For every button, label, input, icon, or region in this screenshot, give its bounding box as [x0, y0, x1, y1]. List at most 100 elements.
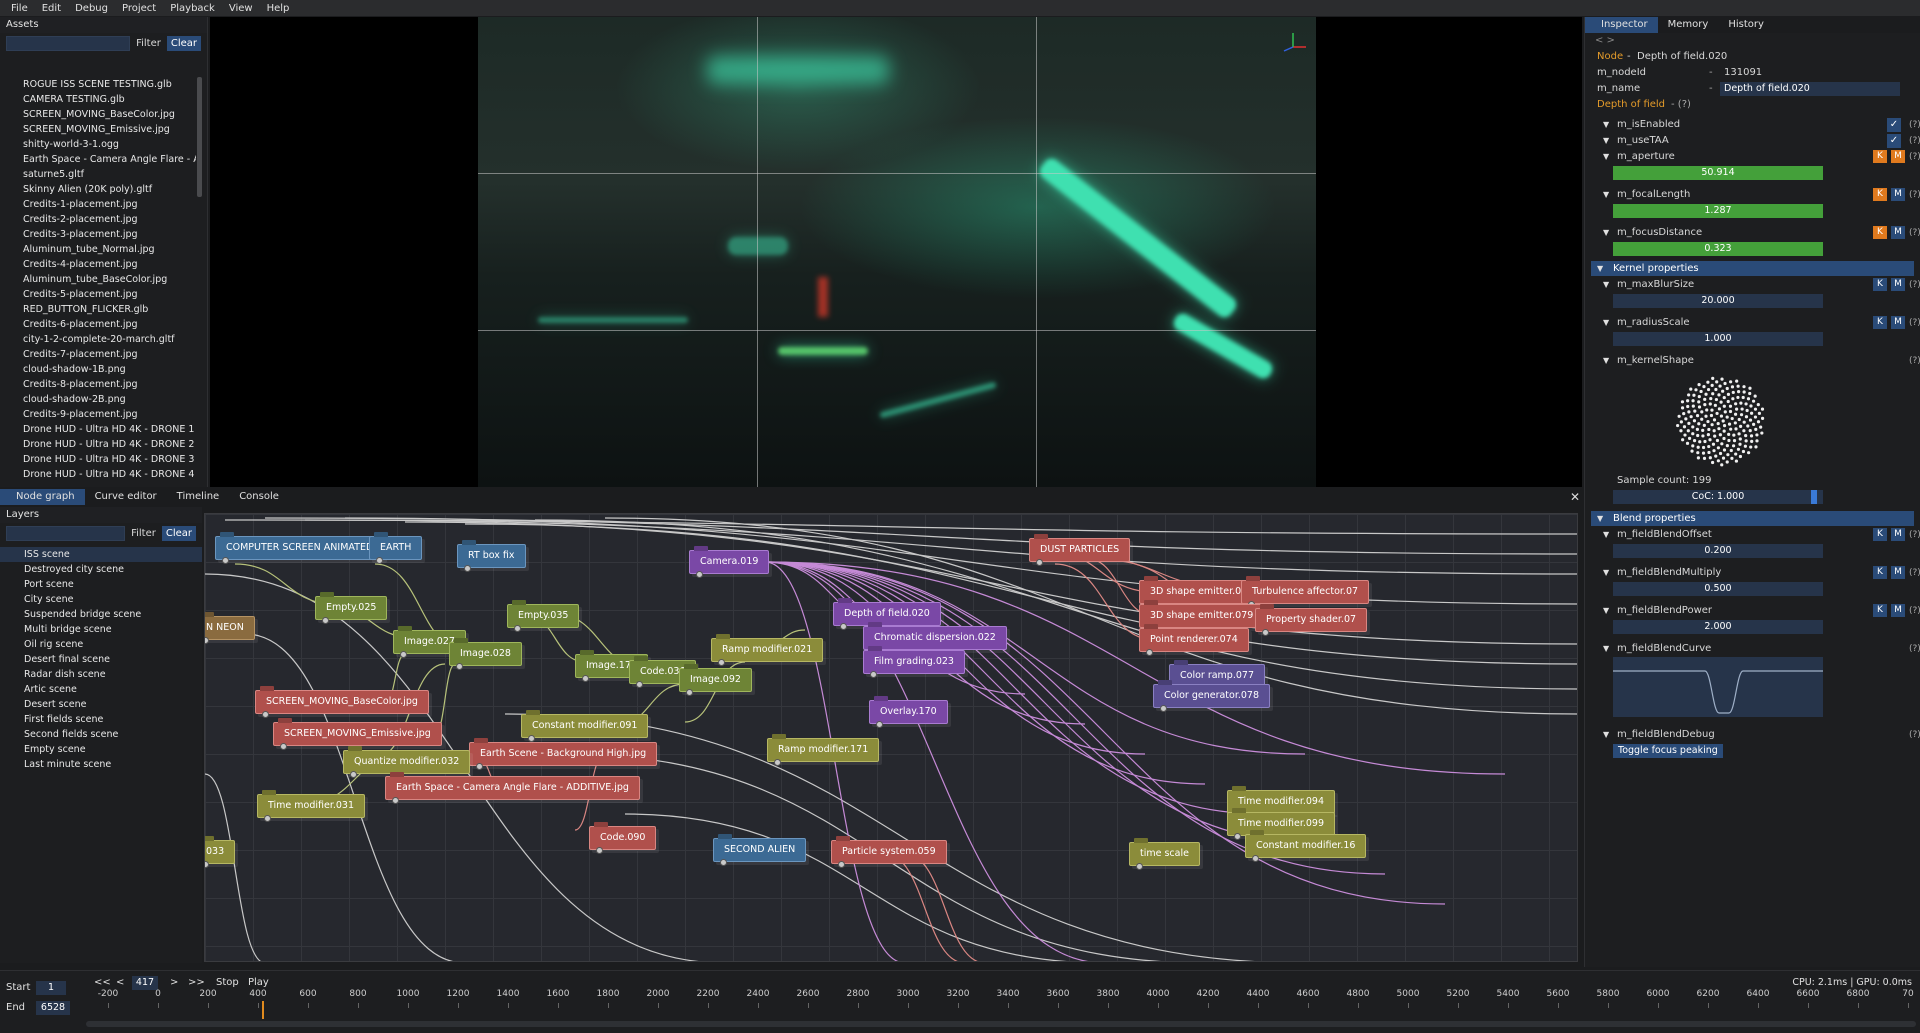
keyframe-button[interactable]: K	[1873, 150, 1887, 163]
expand-arrow-icon[interactable]: ▼	[1603, 353, 1609, 369]
node-output-port[interactable]	[838, 861, 845, 868]
asset-list-item[interactable]: SCREEN_MOVING_BaseColor.jpg	[0, 107, 196, 122]
graph-node[interactable]: Image.092	[679, 664, 752, 696]
node-output-port[interactable]	[720, 859, 727, 866]
layer-list-item[interactable]: ISS scene	[0, 547, 202, 562]
graph-node[interactable]: time scale	[1129, 838, 1200, 870]
node-output-port[interactable]	[464, 565, 471, 572]
node-output-port[interactable]	[636, 681, 643, 688]
node-handle[interactable]	[716, 634, 730, 639]
graph-node[interactable]: N NEON	[205, 612, 255, 644]
menu-playback[interactable]: Playback	[163, 3, 222, 14]
graph-node[interactable]: Point renderer.074	[1139, 624, 1249, 656]
graph-node[interactable]: Code.090	[589, 822, 657, 854]
layer-list-item[interactable]: Destroyed city scene	[0, 562, 202, 577]
node-output-port[interactable]	[1262, 629, 1269, 636]
node-handle[interactable]	[205, 612, 214, 617]
node-output-port[interactable]	[322, 617, 329, 624]
asset-list-item[interactable]: saturne5.gltf	[0, 167, 196, 182]
node-output-port[interactable]	[392, 797, 399, 804]
help-icon[interactable]: (?)	[1909, 225, 1920, 241]
is-enabled-checkbox[interactable]: ✓	[1887, 118, 1901, 132]
asset-list-item[interactable]: city-1-2-complete-20-march.gltf	[0, 332, 196, 347]
graph-node[interactable]: Earth Space - Camera Angle Flare - ADDIT…	[385, 772, 640, 804]
asset-list-item[interactable]: Credits-7-placement.jpg	[0, 347, 196, 362]
coc-slider-handle[interactable]	[1810, 490, 1817, 504]
expand-arrow-icon[interactable]: ▼	[1603, 565, 1609, 581]
menu-debug[interactable]: Debug	[68, 3, 115, 14]
tab-timeline[interactable]: Timeline	[167, 489, 230, 505]
expand-arrow-icon[interactable]: ▼	[1603, 527, 1609, 543]
layer-list-item[interactable]: Desert scene	[0, 697, 202, 712]
node-handle[interactable]	[262, 790, 276, 795]
asset-list-item[interactable]: cloud-shadow-1B.png	[0, 362, 196, 377]
graph-node[interactable]: Ramp modifier.021	[711, 634, 824, 666]
layer-list-item[interactable]: Last minute scene	[0, 757, 202, 772]
playhead[interactable]	[262, 1001, 265, 1019]
toggle-focus-peaking-button[interactable]: Toggle focus peaking	[1613, 744, 1723, 758]
node-output-port[interactable]	[514, 625, 521, 632]
modifier-button[interactable]: M	[1891, 188, 1905, 201]
node-handle[interactable]	[836, 836, 850, 841]
asset-list-item[interactable]: Drone HUD - Ultra HD 4K - DRONE 2 STA	[0, 437, 196, 452]
radius-scale-slider[interactable]: 1.000	[1613, 332, 1823, 346]
asset-list-item[interactable]: SCREEN_MOVING_Emissive.jpg	[0, 122, 196, 137]
node-output-port[interactable]	[686, 689, 693, 696]
node-handle[interactable]	[1144, 576, 1158, 581]
expand-arrow-icon[interactable]: ▼	[1603, 277, 1609, 293]
node-handle[interactable]	[1158, 680, 1172, 685]
asset-list-item[interactable]: Skinny Alien (20K poly).gltf	[0, 182, 196, 197]
node-handle[interactable]	[220, 532, 234, 537]
dof-help-icon[interactable]: - (?)	[1671, 97, 1691, 113]
graph-node[interactable]: Quantize modifier.032	[343, 746, 471, 778]
blend-properties-header[interactable]: ▼ Blend properties	[1591, 511, 1914, 526]
graph-node[interactable]: DUST PARTICLES	[1029, 534, 1131, 566]
node-handle[interactable]	[526, 710, 540, 715]
history-nav[interactable]: < >	[1585, 33, 1920, 49]
node-output-port[interactable]	[696, 571, 703, 578]
tab-inspector[interactable]: Inspector	[1585, 17, 1658, 33]
graph-node[interactable]: Earth Scene - Background High.jpg	[469, 738, 658, 770]
node-output-port[interactable]	[876, 721, 883, 728]
node-handle[interactable]	[580, 650, 594, 655]
graph-node[interactable]: Film grading.023	[863, 646, 965, 678]
help-icon[interactable]: (?)	[1909, 117, 1920, 133]
node-output-port[interactable]	[376, 557, 383, 564]
help-icon[interactable]: (?)	[1909, 277, 1920, 293]
asset-list-item[interactable]: CAMERA TESTING.glb	[0, 92, 196, 107]
node-handle[interactable]	[868, 622, 882, 627]
keyframe-button[interactable]: K	[1873, 188, 1887, 201]
node-handle[interactable]	[874, 696, 888, 701]
layer-list-item[interactable]: Port scene	[0, 577, 202, 592]
node-handle[interactable]	[1144, 600, 1158, 605]
node-output-port[interactable]	[1036, 559, 1043, 566]
node-handle[interactable]	[454, 638, 468, 643]
start-field[interactable]: 1	[36, 981, 66, 995]
asset-list-item[interactable]: Aluminum_tube_BaseColor.jpg	[0, 272, 196, 287]
aperture-slider[interactable]: 50.914	[1613, 166, 1823, 180]
graph-node[interactable]: Ramp modifier.171	[767, 734, 880, 766]
node-output-port[interactable]	[870, 671, 877, 678]
graph-node[interactable]: COMPUTER SCREEN ANIMATED	[215, 532, 385, 564]
expand-arrow-icon[interactable]: ▼	[1603, 187, 1609, 203]
layer-list-item[interactable]: Desert final scene	[0, 652, 202, 667]
blend-multiply-slider[interactable]: 0.500	[1613, 582, 1823, 596]
node-output-port[interactable]	[596, 847, 603, 854]
graph-node[interactable]: Image.028	[449, 638, 522, 670]
asset-list-item[interactable]: Drone HUD - Ultra HD 4K - DRONE 1 STA	[0, 422, 196, 437]
asset-list-item[interactable]: Credits-8-placement.jpg	[0, 377, 196, 392]
node-handle[interactable]	[1174, 660, 1188, 665]
assets-vertical-scrollbar[interactable]	[197, 77, 202, 197]
asset-list-item[interactable]: Aluminum_tube_Normal.jpg	[0, 242, 196, 257]
coc-slider[interactable]: CoC: 1.000	[1613, 490, 1823, 504]
keyframe-button[interactable]: K	[1873, 316, 1887, 329]
blend-offset-slider[interactable]: 0.200	[1613, 544, 1823, 558]
timeline-scrollbar[interactable]	[86, 1021, 1916, 1027]
node-handle[interactable]	[772, 734, 786, 739]
graph-node[interactable]: Camera.019	[689, 546, 770, 578]
expand-arrow-icon[interactable]: ▼	[1603, 315, 1609, 331]
graph-node[interactable]: RT box fix	[457, 540, 526, 572]
focal-length-slider[interactable]: 1.287	[1613, 204, 1823, 218]
node-handle[interactable]	[1260, 604, 1274, 609]
graph-node[interactable]: EARTH	[369, 532, 423, 564]
